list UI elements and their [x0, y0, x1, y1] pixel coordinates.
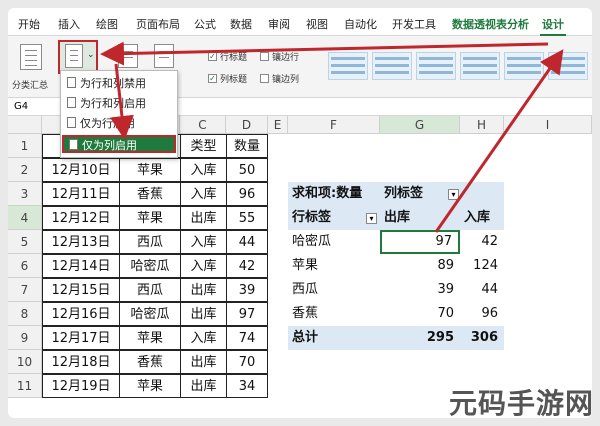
- arrow-to-menu-item: [110, 63, 134, 140]
- arrow-cell-to-design: [434, 49, 564, 233]
- arrow-design-to-grand-totals: [100, 41, 549, 66]
- annotation-arrows: [100, 41, 564, 233]
- excel-window: 开始 插入 绘图 页面布局 公式 数据 审阅 视图 自动化 开发工具 数据透视表…: [8, 8, 592, 418]
- watermark: 元码手游网: [448, 387, 594, 420]
